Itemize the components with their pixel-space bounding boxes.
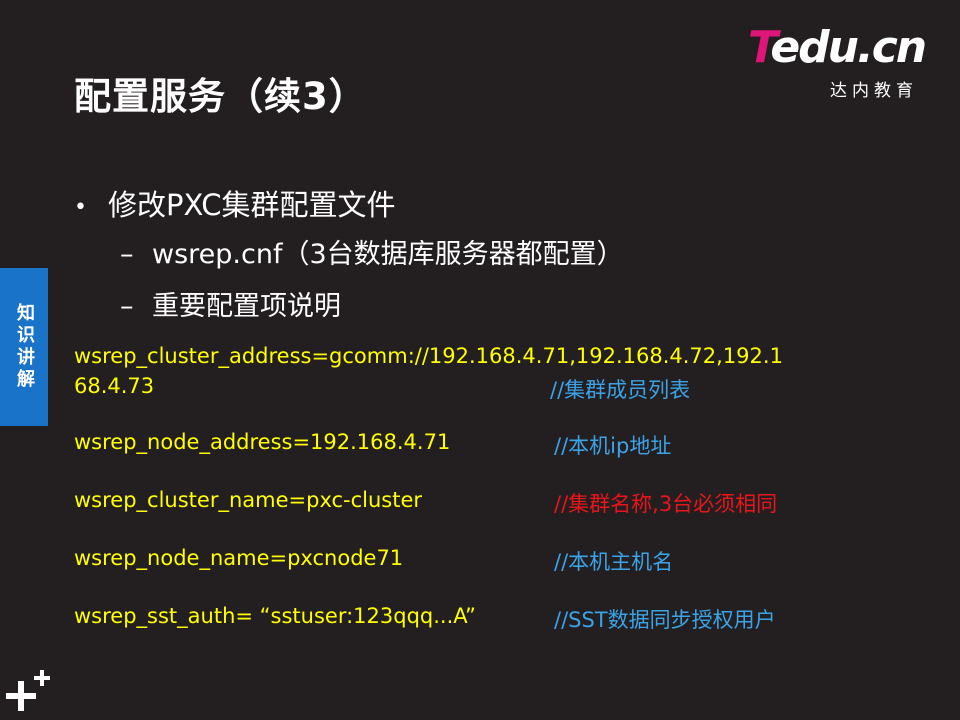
bullet-dot-icon: •	[74, 194, 87, 220]
logo-mark: Tedu.cn	[748, 22, 927, 73]
dash-icon: –	[120, 291, 134, 322]
plus-icon	[6, 670, 50, 711]
config-comment: //集群名称,3台必须相同	[554, 492, 778, 516]
knowledge-tab-label: 知识讲解	[14, 303, 35, 391]
config-line: wsrep_sst_auth= “sstuser:123qqq...A”	[74, 604, 476, 628]
sub-bullet-text: wsrep.cnf（3台数据库服务器都配置）	[152, 239, 624, 270]
config-line: wsrep_node_address=192.168.4.71	[74, 430, 451, 454]
sub-bullet: – 重要配置项说明	[120, 284, 341, 323]
config-line: wsrep_node_name=pxcnode71	[74, 546, 404, 570]
logo-subtitle: 达内教育	[830, 81, 918, 101]
bullet-main: • 修改PXC集群配置文件	[74, 182, 396, 224]
config-comment: //本机主机名	[554, 550, 674, 574]
dash-icon: –	[120, 239, 134, 270]
knowledge-tab: 知识讲解	[0, 268, 48, 426]
config-comment: //SST数据同步授权用户	[554, 608, 776, 632]
page-title: 配置服务（续3）	[74, 75, 367, 118]
sub-bullet-text: 重要配置项说明	[152, 291, 341, 322]
config-comment: //集群成员列表	[550, 378, 691, 402]
bullet-main-text: 修改PXC集群配置文件	[108, 188, 396, 222]
sub-bullet: – wsrep.cnf（3台数据库服务器都配置）	[120, 232, 624, 271]
config-comment: //本机ip地址	[554, 434, 672, 458]
tedu-logo: Tedu.cn 达内教育	[748, 22, 930, 102]
config-line: wsrep_cluster_address=gcomm://192.168.4.…	[74, 344, 783, 368]
config-line: wsrep_cluster_name=pxc-cluster	[74, 488, 423, 512]
config-line-continuation: 68.4.73	[74, 374, 155, 398]
